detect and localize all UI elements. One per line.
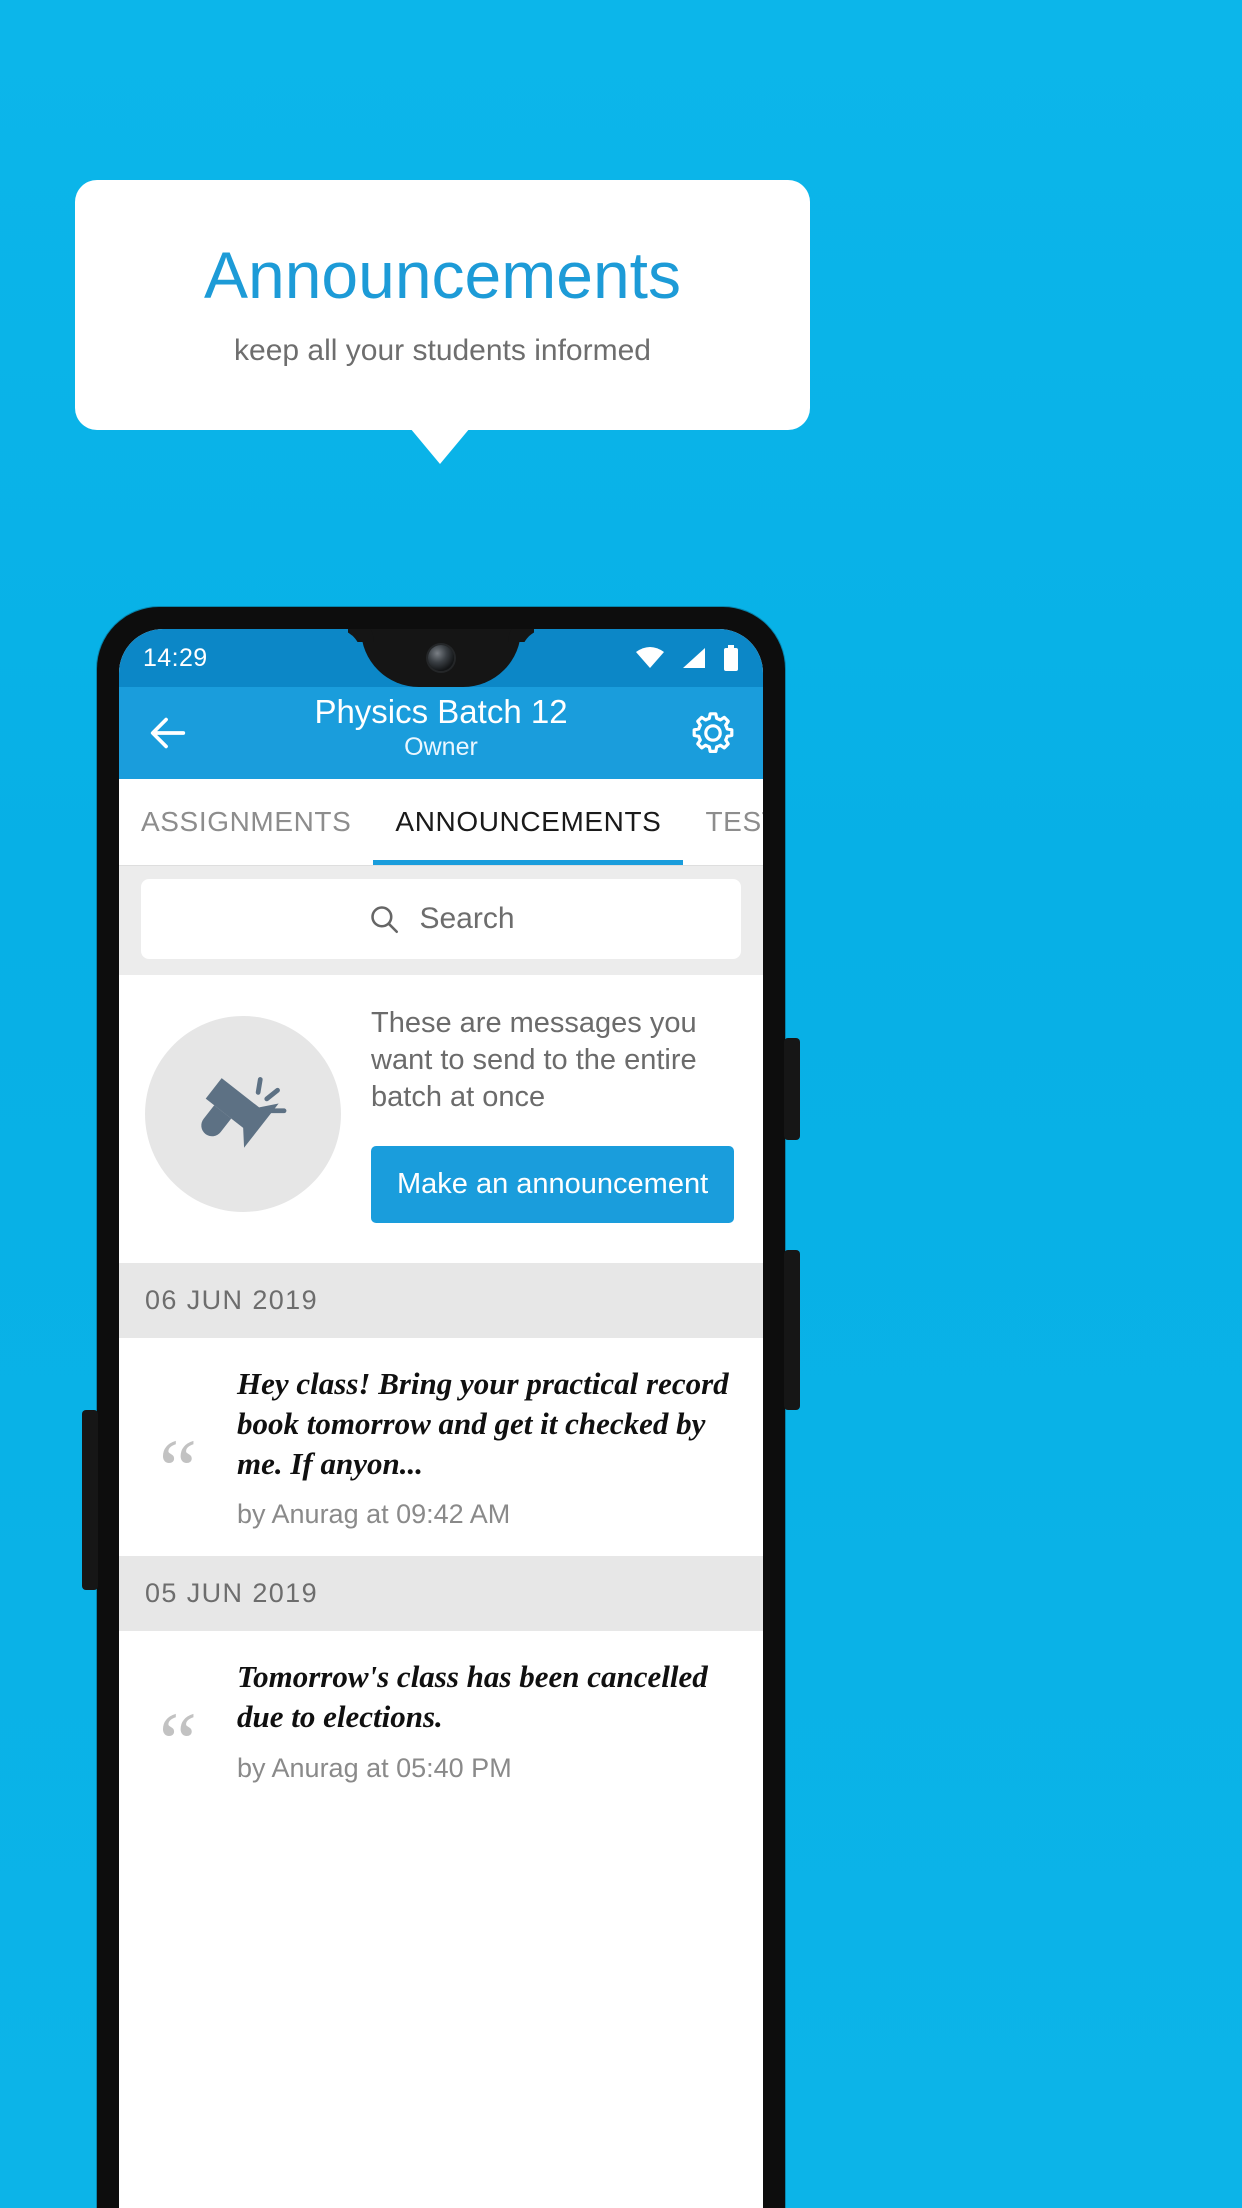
date-header: 06 JUN 2019 [119, 1263, 763, 1339]
search-input[interactable]: Search [141, 879, 741, 959]
promo-card-right: These are messages you want to send to t… [349, 1005, 737, 1224]
tab-bar[interactable]: ASSIGNMENTS ANNOUNCEMENTS TESTS [119, 779, 763, 865]
tab-assignments[interactable]: ASSIGNMENTS [119, 779, 373, 865]
search-icon [371, 906, 399, 934]
quote-mark-icon: “ [158, 1420, 198, 1517]
announcement-body: Hey class! Bring your practical record b… [237, 1364, 737, 1530]
app-bar: Physics Batch 12 Owner [119, 687, 763, 779]
announcement-list-item[interactable]: “ Tomorrow's class has been cancelled du… [119, 1631, 763, 1810]
signal-icon [683, 648, 705, 668]
battery-icon [724, 645, 738, 671]
make-announcement-card: These are messages you want to send to t… [119, 975, 763, 1264]
megaphone-icon [201, 1077, 287, 1148]
date-header: 05 JUN 2019 [119, 1556, 763, 1632]
phone-device-frame: 14:29 Physics Batch 12 Owner ASSIGNMENTS… [97, 607, 785, 2208]
announcement-list-item[interactable]: “ Hey class! Bring your practical record… [119, 1338, 763, 1557]
phone-screen: 14:29 Physics Batch 12 Owner ASSIGNMENTS… [119, 629, 763, 2208]
tab-tests[interactable]: TESTS [683, 779, 763, 865]
promo-speech-bubble: Announcements keep all your students inf… [75, 180, 810, 430]
megaphone-avatar [145, 1016, 341, 1213]
make-announcement-button[interactable]: Make an announcement [371, 1146, 735, 1224]
search-container: Search [119, 865, 763, 975]
back-arrow-icon[interactable] [145, 710, 191, 756]
speech-bubble-tail [410, 428, 470, 464]
search-placeholder-text: Search [419, 902, 515, 935]
page-subtitle: Owner [404, 732, 478, 761]
page-title: Physics Batch 12 [314, 693, 568, 730]
announcement-text: Hey class! Bring your practical record b… [237, 1366, 729, 1481]
phone-button-volume-up[interactable] [784, 1038, 800, 1140]
gear-icon[interactable] [689, 709, 737, 757]
phone-button-power[interactable] [784, 1250, 800, 1410]
promo-subtitle: keep all your students informed [234, 334, 651, 367]
announcement-meta: by Anurag at 05:40 PM [237, 1752, 512, 1783]
wifi-icon [636, 647, 664, 668]
quote-mark-icon: “ [158, 1693, 198, 1790]
promo-description: These are messages you want to send to t… [371, 1007, 697, 1114]
phone-button-volume-down[interactable] [82, 1410, 98, 1590]
announcement-text: Tomorrow's class has been cancelled due … [237, 1659, 708, 1735]
announcement-meta: by Anurag at 09:42 AM [237, 1499, 511, 1530]
announcement-body: Tomorrow's class has been cancelled due … [237, 1657, 737, 1783]
promo-title: Announcements [204, 238, 681, 312]
app-bar-title-group: Physics Batch 12 Owner [119, 693, 763, 762]
status-bar-clock: 14:29 [143, 643, 208, 672]
front-camera-icon [428, 645, 454, 671]
status-bar-icons [635, 645, 739, 671]
tab-announcements[interactable]: ANNOUNCEMENTS [373, 779, 684, 865]
